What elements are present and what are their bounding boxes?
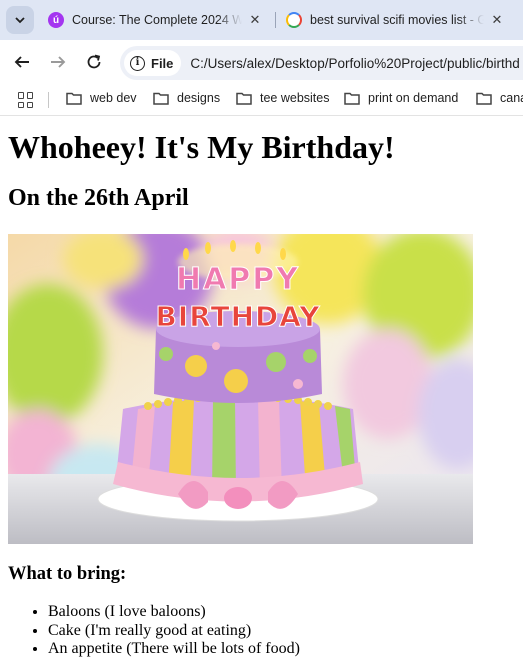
tab-divider: [275, 12, 276, 28]
reload-icon: [87, 54, 101, 69]
info-icon: i: [130, 55, 145, 71]
bookmark-tee-websites[interactable]: tee websites: [236, 91, 329, 105]
folder-icon: [344, 92, 360, 105]
scheme-label: File: [151, 55, 174, 71]
tab-google-search[interactable]: best survival scifi movies list - G ✕: [278, 4, 514, 36]
close-icon[interactable]: ✕: [488, 12, 506, 28]
browser-toolbar: i File C:/Users/alex/Desktop/Porfolio%20…: [0, 40, 523, 84]
page-subtitle: On the 26th April: [8, 185, 189, 211]
url-text[interactable]: C:/Users/alex/Desktop/Porfolio%20Project…: [190, 56, 519, 71]
list-title: What to bring:: [8, 564, 127, 584]
back-button[interactable]: [10, 50, 34, 74]
cake-topper-happy: HAPPY: [176, 262, 300, 297]
address-bar[interactable]: i File C:/Users/alex/Desktop/Porfolio%20…: [120, 46, 523, 80]
google-icon: [286, 12, 302, 28]
folder-icon: [153, 92, 169, 105]
site-info-button[interactable]: i File: [124, 50, 182, 76]
bring-list: Baloons (I love baloons) Cake (I'm reall…: [48, 603, 300, 659]
tab-udemy-course[interactable]: ú Course: The Complete 2024 Web ✕: [40, 4, 272, 36]
tab-search-button[interactable]: [6, 6, 34, 34]
bookmark-label: cana: [500, 91, 523, 105]
udemy-icon: ú: [48, 12, 64, 28]
page-content: Whoheey! It's My Birthday! On the 26th A…: [0, 117, 523, 664]
tab-title: Course: The Complete 2024 Web: [72, 13, 242, 27]
bookmark-label: print on demand: [368, 91, 459, 105]
apps-grid-icon[interactable]: [18, 92, 34, 108]
close-icon[interactable]: ✕: [246, 12, 264, 28]
cake-topper-birthday: BIRTHDAY: [155, 300, 320, 333]
bookmark-print-on-demand[interactable]: print on demand: [344, 91, 458, 105]
bookmark-label: tee websites: [260, 91, 330, 105]
list-item: Cake (I'm really good at eating): [48, 622, 300, 641]
tab-title: best survival scifi movies list - G: [310, 13, 484, 27]
bookmark-label: web dev: [90, 91, 137, 105]
bookmark-cana[interactable]: cana: [476, 91, 523, 105]
arrow-left-icon: [14, 56, 29, 68]
list-item: Baloons (I love baloons): [48, 603, 300, 622]
bookmark-web-dev[interactable]: web dev: [66, 91, 137, 105]
bookmarks-divider: [48, 92, 49, 108]
bookmark-designs[interactable]: designs: [153, 91, 220, 105]
bookmarks-bar: web dev designs tee websites print on de…: [0, 84, 523, 116]
list-item: An appetite (There will be lots of food): [48, 640, 300, 659]
tab-strip: ú Course: The Complete 2024 Web ✕ best s…: [0, 0, 523, 40]
folder-icon: [66, 92, 82, 105]
folder-icon: [476, 92, 492, 105]
birthday-cake-illustration: HAPPY BIRTHDAY: [8, 234, 473, 544]
folder-icon: [236, 92, 252, 105]
forward-button[interactable]: [46, 50, 70, 74]
reload-button[interactable]: [82, 50, 106, 74]
page-title: Whoheey! It's My Birthday!: [8, 129, 395, 165]
bookmark-label: designs: [177, 91, 221, 105]
birthday-cake-image: HAPPY BIRTHDAY: [8, 234, 473, 544]
chevron-down-icon: [15, 17, 25, 24]
arrow-right-icon: [51, 56, 66, 68]
